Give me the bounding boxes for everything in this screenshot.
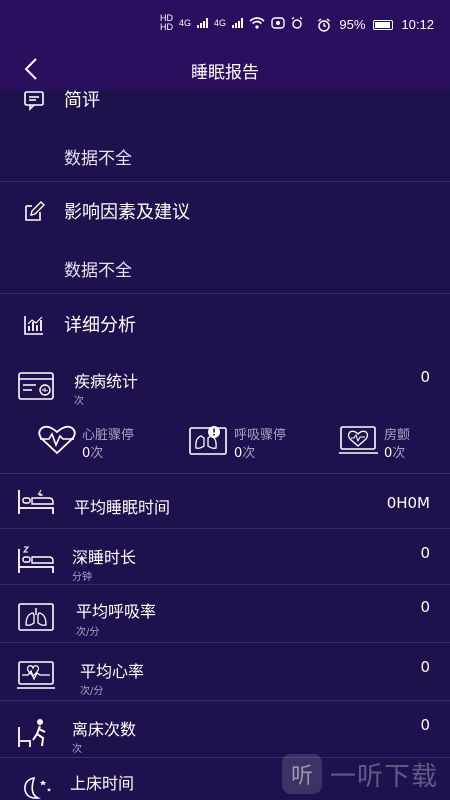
respiratory-arrest-unit: 次 (242, 446, 256, 461)
metric-label: 离床次数 (72, 720, 137, 739)
medical-card-icon (18, 372, 54, 400)
factors-title: 影响因素及建议 (64, 202, 190, 223)
status-bar: HD HD 4G 4G 95% 10:12 (0, 0, 450, 48)
header: 睡眠报告 (0, 48, 450, 90)
disease-stats-value: 0 (420, 368, 430, 386)
bed-icon (18, 489, 54, 514)
summary-title: 简评 (64, 90, 100, 111)
lungs-icon (18, 603, 54, 631)
disease-stats-unit: 次 (74, 396, 84, 407)
disease-stats-label: 疾病统计 (74, 372, 139, 391)
network-type-label: 4G (179, 18, 192, 28)
metric-label: 上床时间 (70, 774, 135, 793)
factors-section-header: 影响因素及建议 (0, 194, 450, 230)
deep-sleep-bed-icon (18, 546, 54, 573)
cardiac-arrest-unit: 次 (90, 446, 104, 461)
cardiac-arrest-label: 心脏骤停 (82, 428, 135, 443)
heart-pulse-icon (38, 425, 76, 455)
page-title: 睡眠报告 (191, 63, 259, 83)
metric-row-out-of-bed: 离床次数 次 0 (0, 701, 450, 759)
divider (0, 293, 450, 294)
watermark: 听 一听下载 (282, 754, 444, 794)
metric-value: 0 (420, 716, 430, 734)
metric-unit: 次/分 (80, 686, 104, 697)
metric-row-sleep-time: 平均睡眠时间 0H0M (0, 474, 450, 532)
analysis-section-header: 详细分析 (0, 307, 450, 343)
battery-percent: 95% (339, 17, 366, 32)
atrial-fibrillation-item: 房颤 0次 (338, 422, 448, 462)
cardiac-arrest-value: 0次 (82, 442, 103, 461)
metric-row-heart-rate: 平均心率 次/分 0 (0, 643, 450, 701)
metric-unit: 次/分 (76, 627, 100, 638)
alarm-status-icon (291, 17, 303, 29)
respiratory-arrest-item: 呼吸骤停 0次 (188, 422, 308, 462)
metric-row-respiratory-rate: 平均呼吸率 次/分 0 (0, 585, 450, 643)
cardiac-arrest-item: 心脏骤停 0次 (36, 422, 156, 462)
nfc-icon (271, 17, 285, 29)
disease-stats-row: 疾病统计 次 0 心脏骤停 0次 呼吸骤停 0次 房颤 0次 (0, 360, 450, 470)
metric-label: 平均睡眠时间 (74, 498, 171, 517)
clock: 10:12 (401, 17, 434, 32)
wifi-icon (249, 17, 265, 29)
network-indicators: HD HD 4G 4G (160, 14, 303, 32)
lungs-alert-icon (189, 426, 227, 455)
metric-value: 0 (420, 658, 430, 676)
battery-icon (373, 19, 394, 30)
metric-label: 平均呼吸率 (76, 602, 157, 621)
signal-icon (197, 18, 209, 28)
hd-badge: HD (160, 22, 173, 32)
heart-rate-monitor-icon (17, 661, 55, 689)
metric-unit: 分钟 (72, 572, 92, 583)
metric-label: 深睡时长 (72, 548, 137, 567)
alarm-icon (318, 17, 331, 32)
summary-body: 数据不全 (64, 149, 132, 169)
metric-unit: 次 (72, 744, 82, 755)
summary-section-header: 简评 (0, 90, 450, 118)
status-right: 95% 10:12 (317, 17, 434, 32)
report-content[interactable]: 简评 数据不全 影响因素及建议 数据不全 详细分析 疾病统计 次 0 心脏骤停 … (0, 90, 450, 800)
atrial-fibrillation-unit: 次 (392, 446, 406, 461)
respiratory-arrest-value: 0次 (234, 442, 255, 461)
respiratory-arrest-label: 呼吸骤停 (234, 428, 287, 443)
analysis-title: 详细分析 (64, 315, 136, 336)
edit-icon (25, 201, 45, 221)
watermark-text: 一听下载 (330, 761, 439, 792)
factors-body: 数据不全 (64, 261, 132, 281)
metric-row-deep-sleep: 深睡时长 分钟 0 (0, 529, 450, 587)
atrial-fibrillation-value: 0次 (384, 442, 405, 461)
atrial-fibrillation-label: 房颤 (384, 428, 411, 443)
network-type-label: 4G (214, 18, 227, 28)
metric-value: 0H0M (386, 494, 430, 512)
watermark-logo: 听 (282, 754, 322, 794)
leave-bed-icon (18, 719, 46, 747)
metric-value: 0 (420, 544, 430, 562)
heart-monitor-icon (339, 426, 378, 454)
metric-value: 0 (420, 598, 430, 616)
moon-stars-icon (24, 776, 51, 799)
divider (0, 181, 450, 182)
metric-label: 平均心率 (80, 662, 145, 681)
chart-icon (24, 316, 43, 335)
comment-icon (24, 91, 44, 111)
signal-icon (232, 18, 244, 28)
